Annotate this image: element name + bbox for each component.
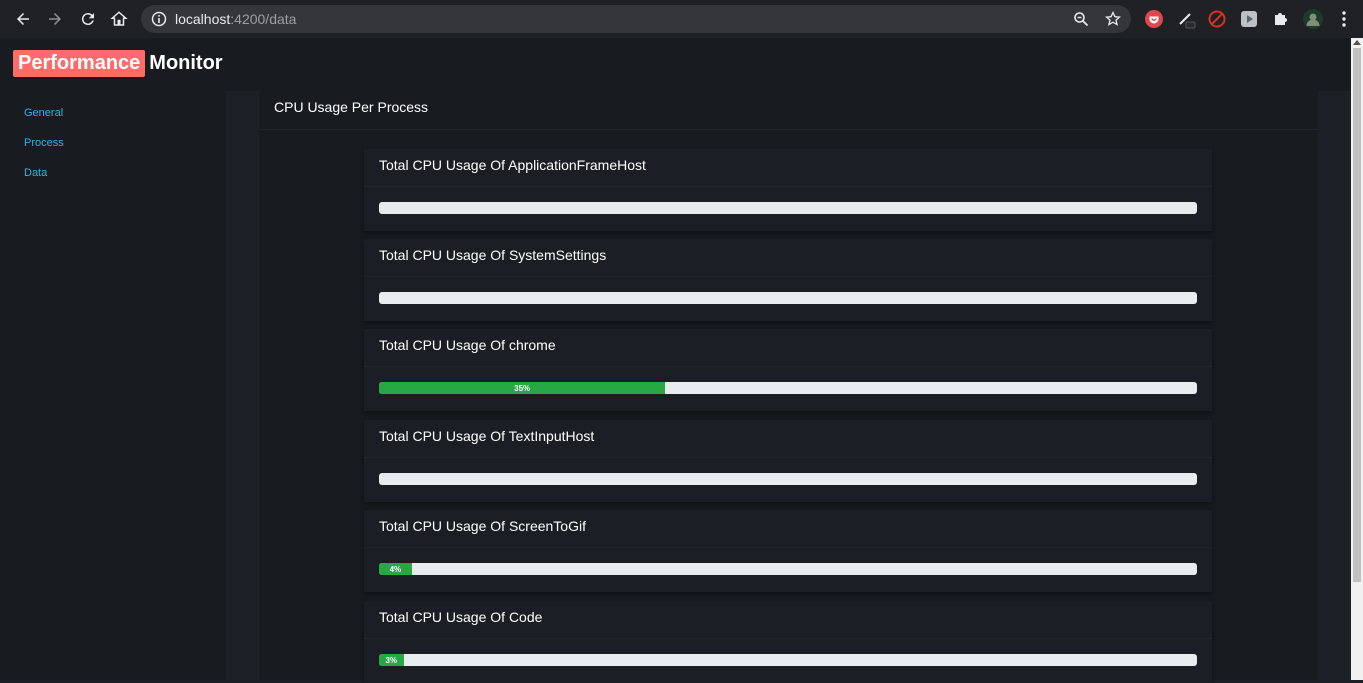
page: Performance Monitor General Process Data… [0,38,1351,683]
reload-icon [81,13,94,26]
sidebar-item-process[interactable]: Process [24,137,64,149]
process-card: Total CPU Usage Of Code 3% [364,601,1212,683]
address-bar[interactable]: localhost:4200/data [141,5,1131,33]
card-divider [364,186,1212,187]
card-divider [364,638,1212,639]
brand-logo[interactable]: Performance Monitor [13,50,223,77]
brand-name: Monitor [149,52,223,74]
process-card-title: Total CPU Usage Of SystemSettings [379,247,607,263]
menu-kebab-icon[interactable] [1334,9,1354,29]
process-card: Total CPU Usage Of TextInputHost [364,420,1212,502]
scrollbar-thumb[interactable] [1353,48,1361,582]
puzzle-extensions-icon[interactable] [1271,9,1291,29]
process-card: Total CPU Usage Of chrome 35% [364,329,1212,411]
brand-highlight: Performance [13,50,146,77]
play-extension-icon[interactable] [1239,9,1259,29]
cpu-progress-fill: 35% [379,382,666,394]
process-card-title: Total CPU Usage Of ScreenToGif [379,518,586,534]
reload-button[interactable] [76,7,100,31]
cpu-progress-label: 3% [385,655,398,665]
cpu-progress-bar [379,202,1197,214]
app-header: Performance Monitor [0,38,1351,91]
cpu-progress-bar: 35% [379,382,1197,394]
cpu-progress-fill: 3% [379,654,404,666]
zoom-icon[interactable] [1073,11,1089,27]
cpu-progress-label: 4% [389,564,402,574]
main-panel: CPU Usage Per Process Total CPU Usage Of… [259,91,1318,683]
bookmark-star-icon[interactable] [1105,11,1121,27]
process-card-title: Total CPU Usage Of chrome [379,337,556,353]
cpu-progress-bar: 3% [379,654,1197,666]
sidebar-item-data[interactable]: Data [24,167,47,179]
profile-avatar-icon[interactable] [1303,9,1323,29]
card-divider [364,547,1212,548]
cpu-progress-bar: 4% [379,563,1197,575]
sidebar-item-general[interactable]: General [24,107,63,119]
process-card-title: Total CPU Usage Of ApplicationFrameHost [379,157,646,173]
process-card-title: Total CPU Usage Of Code [379,609,543,625]
pocket-extension-icon[interactable] [1144,9,1164,29]
card-divider [364,366,1212,367]
forward-button[interactable] [43,7,67,31]
process-card: Total CPU Usage Of ScreenToGif 4% [364,510,1212,592]
url-host: localhost [175,11,231,27]
arrow-right-icon [49,13,61,25]
cpu-progress-label: 35% [514,383,531,393]
browser-toolbar: localhost:4200/data [0,0,1363,38]
process-card: Total CPU Usage Of SystemSettings [364,239,1212,321]
block-extension-icon[interactable] [1207,9,1227,29]
home-icon [110,11,128,26]
card-divider [364,457,1212,458]
cpu-progress-bar [379,292,1197,304]
cpu-progress-fill: 4% [379,563,412,575]
card-divider [364,276,1212,277]
url-path: :4200/data [230,11,297,27]
url-text: localhost:4200/data [175,11,296,27]
home-button[interactable] [107,7,131,31]
process-card: Total CPU Usage Of ApplicationFrameHost [364,149,1212,231]
page-title: CPU Usage Per Process [274,99,429,115]
process-card-title: Total CPU Usage Of TextInputHost [379,428,595,444]
scroll-up-arrow-icon[interactable] [1353,40,1361,45]
cpu-progress-bar [379,473,1197,485]
pen-extension-icon[interactable] [1176,9,1196,29]
sidebar: General Process Data [0,91,226,680]
panel-header: CPU Usage Per Process [259,91,1318,130]
info-icon[interactable] [151,11,167,27]
back-button[interactable] [11,7,35,31]
arrow-left-icon [17,13,29,25]
page-scrollbar[interactable] [1351,38,1363,680]
